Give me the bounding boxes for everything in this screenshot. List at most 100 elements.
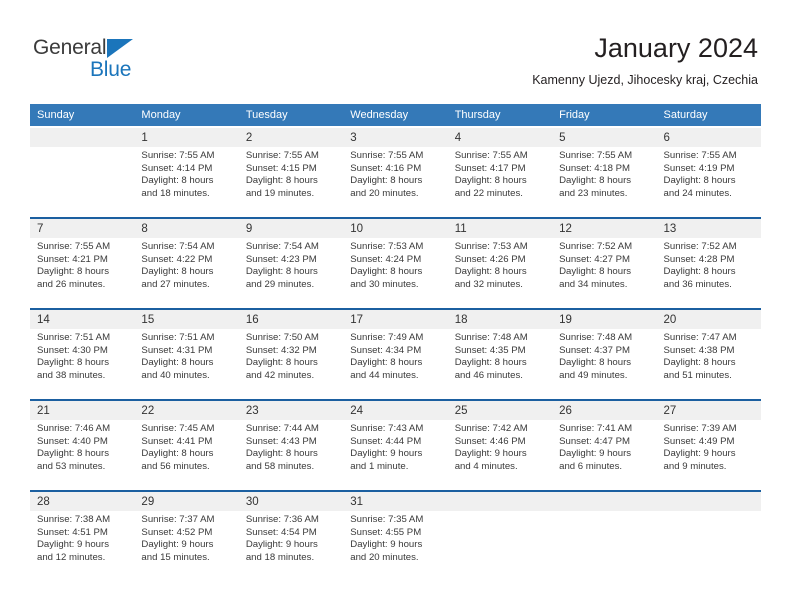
day-number[interactable]: 9 [238, 219, 344, 238]
calendar-header-row: Sunday Monday Tuesday Wednesday Thursday… [30, 104, 761, 126]
sunrise-text: Sunrise: 7:37 AM [141, 514, 215, 525]
day-number[interactable] [447, 492, 553, 511]
sunset-text: Sunset: 4:28 PM [663, 253, 735, 265]
day-number[interactable]: 25 [447, 401, 553, 420]
day-number[interactable]: 18 [447, 310, 553, 329]
daylight-text-line1: Daylight: 8 hours [141, 448, 214, 460]
daylight-text-line2: and 24 minutes. [663, 187, 732, 199]
sunset-text: Sunset: 4:49 PM [663, 435, 735, 447]
logo-triangle-icon [107, 39, 133, 58]
week-spacer [30, 391, 761, 399]
week-details-row: Sunrise: 7:51 AM Sunset: 4:30 PM Dayligh… [30, 329, 761, 391]
sunset-text: Sunset: 4:38 PM [663, 344, 735, 356]
daylight-text-line1: Daylight: 8 hours [454, 266, 527, 278]
day-number[interactable]: 22 [134, 401, 239, 420]
sunrise-text: Sunrise: 7:43 AM [350, 423, 424, 434]
sunrise-text: Sunrise: 7:55 AM [141, 150, 215, 161]
day-cell: Sunrise: 7:43 AM Sunset: 4:44 PM Dayligh… [343, 420, 448, 482]
day-number[interactable]: 11 [447, 219, 553, 238]
daylight-text-line2: and 40 minutes. [141, 369, 210, 381]
sunset-text: Sunset: 4:41 PM [141, 435, 213, 447]
daylight-text-line1: Daylight: 9 hours [141, 539, 214, 551]
sunrise-text: Sunrise: 7:55 AM [350, 150, 424, 161]
day-number[interactable] [30, 128, 135, 147]
day-number[interactable]: 27 [656, 401, 761, 420]
day-cell: Sunrise: 7:42 AM Sunset: 4:46 PM Dayligh… [447, 420, 553, 482]
day-cell [30, 147, 135, 209]
day-number[interactable]: 12 [552, 219, 657, 238]
sunset-text: Sunset: 4:32 PM [245, 344, 317, 356]
day-number[interactable]: 21 [30, 401, 135, 420]
sunrise-sunset-calendar-table: Sunday Monday Tuesday Wednesday Thursday… [30, 104, 761, 573]
day-cell: Sunrise: 7:54 AM Sunset: 4:22 PM Dayligh… [134, 238, 239, 300]
day-number[interactable]: 30 [238, 492, 344, 511]
day-number[interactable]: 24 [343, 401, 448, 420]
day-number[interactable]: 10 [343, 219, 448, 238]
daylight-text-line1: Daylight: 8 hours [37, 357, 109, 369]
day-number[interactable]: 6 [656, 128, 761, 147]
day-cell: Sunrise: 7:53 AM Sunset: 4:26 PM Dayligh… [447, 238, 553, 300]
day-cell: Sunrise: 7:45 AM Sunset: 4:41 PM Dayligh… [134, 420, 239, 482]
day-number[interactable]: 15 [134, 310, 239, 329]
daylight-text-line2: and 44 minutes. [350, 369, 419, 381]
sunrise-text: Sunrise: 7:44 AM [245, 423, 319, 434]
daylight-text-line2: and 18 minutes. [141, 187, 210, 199]
daylight-text-line1: Daylight: 9 hours [350, 448, 423, 460]
sunset-text: Sunset: 4:26 PM [454, 253, 526, 265]
daylight-text-line1: Daylight: 8 hours [245, 175, 318, 187]
day-number[interactable]: 13 [656, 219, 761, 238]
sunrise-text: Sunrise: 7:51 AM [37, 332, 111, 343]
day-number[interactable]: 16 [238, 310, 344, 329]
day-cell: Sunrise: 7:46 AM Sunset: 4:40 PM Dayligh… [30, 420, 135, 482]
day-number[interactable] [552, 492, 657, 511]
title-block: January 2024 Kamenny Ujezd, Jihocesky kr… [532, 32, 758, 88]
daylight-text-line1: Daylight: 8 hours [245, 266, 318, 278]
day-number[interactable]: 29 [134, 492, 239, 511]
day-number[interactable]: 2 [238, 128, 344, 147]
day-cell: Sunrise: 7:52 AM Sunset: 4:28 PM Dayligh… [656, 238, 761, 300]
sunrise-text: Sunrise: 7:50 AM [245, 332, 319, 343]
week-daynumbers-row: 21 22 23 24 25 26 27 [30, 401, 761, 420]
day-number[interactable] [656, 492, 761, 511]
daylight-text-line2: and 27 minutes. [141, 278, 210, 290]
daylight-text-line2: and 49 minutes. [559, 369, 628, 381]
day-cell: Sunrise: 7:51 AM Sunset: 4:30 PM Dayligh… [30, 329, 135, 391]
day-number[interactable]: 28 [30, 492, 135, 511]
day-number[interactable]: 3 [343, 128, 448, 147]
sunset-text: Sunset: 4:15 PM [245, 162, 317, 174]
sunrise-text: Sunrise: 7:49 AM [350, 332, 424, 343]
day-number[interactable]: 5 [552, 128, 657, 147]
day-number[interactable]: 1 [134, 128, 239, 147]
day-cell: Sunrise: 7:55 AM Sunset: 4:19 PM Dayligh… [656, 147, 761, 209]
daylight-text-line1: Daylight: 8 hours [559, 357, 632, 369]
day-cell: Sunrise: 7:55 AM Sunset: 4:15 PM Dayligh… [238, 147, 344, 209]
day-number[interactable]: 17 [343, 310, 448, 329]
week-spacer [30, 209, 761, 217]
day-number[interactable]: 14 [30, 310, 135, 329]
daylight-text-line1: Daylight: 8 hours [559, 266, 632, 278]
daylight-text-line1: Daylight: 8 hours [37, 266, 109, 278]
day-number[interactable]: 8 [134, 219, 239, 238]
daylight-text-line1: Daylight: 9 hours [559, 448, 632, 460]
daylight-text-line1: Daylight: 8 hours [454, 175, 527, 187]
sunset-text: Sunset: 4:35 PM [454, 344, 526, 356]
day-number[interactable]: 19 [552, 310, 657, 329]
day-cell: Sunrise: 7:53 AM Sunset: 4:24 PM Dayligh… [343, 238, 448, 300]
day-cell: Sunrise: 7:55 AM Sunset: 4:14 PM Dayligh… [134, 147, 239, 209]
day-number[interactable]: 4 [447, 128, 553, 147]
day-cell: Sunrise: 7:49 AM Sunset: 4:34 PM Dayligh… [343, 329, 448, 391]
day-number[interactable]: 31 [343, 492, 448, 511]
day-cell: Sunrise: 7:55 AM Sunset: 4:17 PM Dayligh… [447, 147, 553, 209]
sunrise-text: Sunrise: 7:55 AM [454, 150, 528, 161]
day-number[interactable]: 26 [552, 401, 657, 420]
day-number[interactable]: 7 [30, 219, 135, 238]
sunset-text: Sunset: 4:46 PM [454, 435, 526, 447]
daylight-text-line2: and 18 minutes. [245, 551, 315, 563]
sunrise-text: Sunrise: 7:55 AM [663, 150, 737, 161]
sunrise-text: Sunrise: 7:38 AM [37, 514, 111, 525]
day-number[interactable]: 23 [238, 401, 344, 420]
weekday-header-thursday: Thursday [447, 104, 553, 126]
day-number[interactable]: 20 [656, 310, 761, 329]
daylight-text-line2: and 51 minutes. [663, 369, 732, 381]
daylight-text-line2: and 1 minute. [350, 460, 409, 472]
